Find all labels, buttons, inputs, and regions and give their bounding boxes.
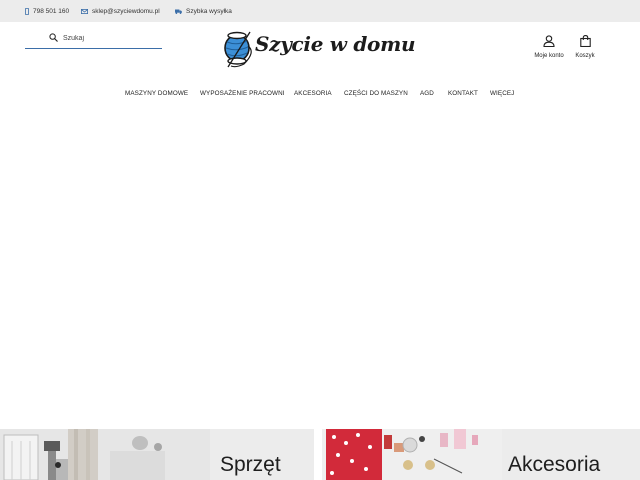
search-box: [25, 28, 162, 49]
nav-item-czesci-do-maszyn[interactable]: CZĘŚCI DO MASZYN: [344, 90, 408, 97]
nav-item-akcesoria[interactable]: AKCESORIA: [294, 90, 332, 97]
top-info-bar: 798 501 160 sklep@szyciewdomu.pl Szybka …: [0, 0, 640, 22]
hero-banner-area: [0, 112, 640, 422]
category-label-akcesoria: Akcesoria: [508, 453, 601, 476]
cart-link[interactable]: Koszyk: [573, 34, 597, 59]
shipping-info: Szybka wysyłka: [175, 0, 232, 22]
nav-item-maszyny-domowe[interactable]: MASZYNY DOMOWE: [125, 90, 188, 97]
thread-spool-icon: [224, 31, 252, 68]
category-label-sprzet: Sprzęt: [220, 453, 281, 476]
category-tile-akcesoria[interactable]: Akcesoria: [322, 429, 640, 480]
account-link[interactable]: Moje konto: [532, 34, 566, 59]
site-logo[interactable]: Szycie w domu: [222, 30, 416, 68]
cart-label: Koszyk: [575, 53, 595, 59]
nav-item-kontakt[interactable]: KONTAKT: [448, 90, 478, 97]
phone-icon: [25, 7, 29, 15]
equipment-photo: [0, 429, 210, 480]
search-input[interactable]: [63, 31, 158, 45]
phone-info[interactable]: 798 501 160: [25, 0, 69, 22]
category-tile-sprzet[interactable]: Sprzęt: [0, 429, 314, 480]
nav-item-wiecej[interactable]: WIĘCEJ: [490, 90, 514, 97]
search-icon[interactable]: [49, 33, 58, 42]
main-navigation: MASZYNY DOMOWE WYPOSAŻENIE PRACOWNI AKCE…: [0, 88, 640, 102]
shipping-text: Szybka wysyłka: [186, 7, 232, 15]
accessories-photo: [322, 429, 502, 480]
nav-item-wyposazenie-pracowni[interactable]: WYPOSAŻENIE PRACOWNI: [200, 90, 285, 97]
truck-icon: [175, 9, 182, 14]
email-info[interactable]: sklep@szyciewdomu.pl: [81, 0, 160, 22]
mail-icon: [81, 8, 88, 14]
account-label: Moje konto: [534, 53, 564, 59]
user-icon: [543, 35, 555, 48]
logo-text: Szycie w domu: [255, 32, 416, 56]
phone-number: 798 501 160: [33, 7, 70, 15]
email-address: sklep@szyciewdomu.pl: [92, 7, 160, 15]
shopping-bag-icon: [579, 35, 591, 48]
nav-item-agd[interactable]: AGD: [420, 90, 434, 97]
